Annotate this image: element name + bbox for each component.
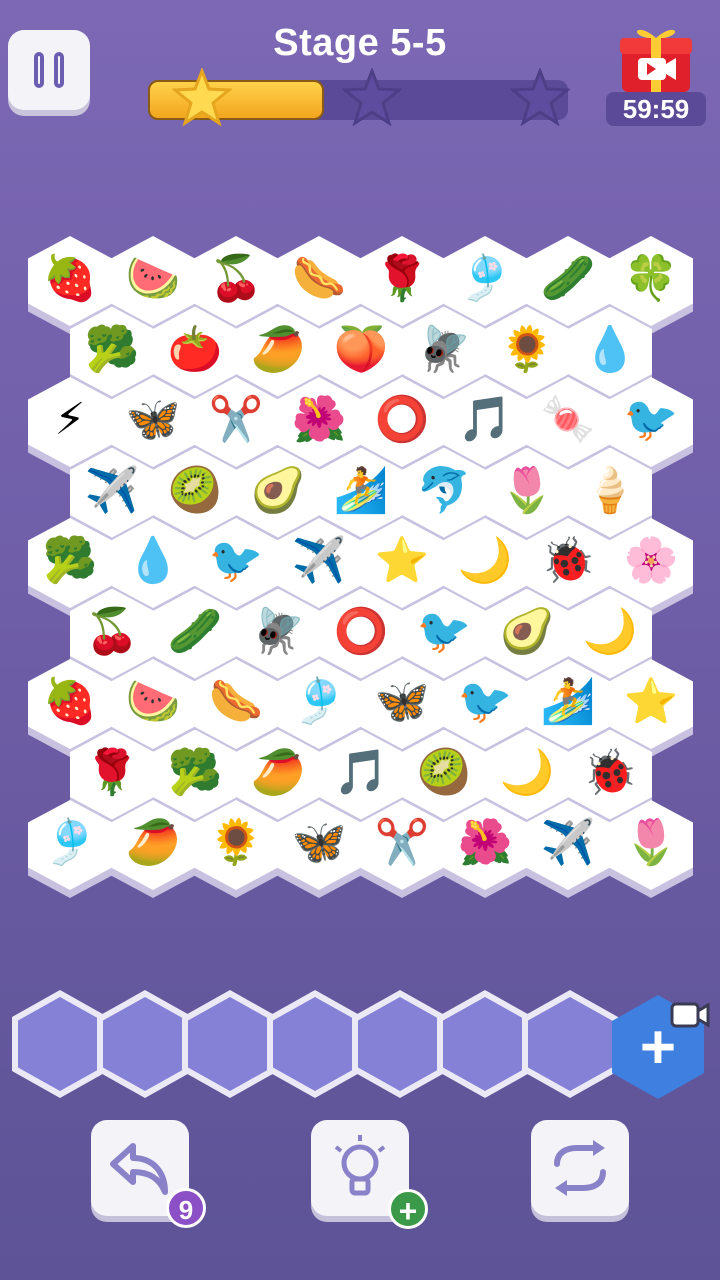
undo-count-badge: 9 [166, 1188, 206, 1228]
tile-icon: 🥭 [250, 746, 306, 798]
tray-slot [12, 990, 108, 1098]
tile-icon: ✈️ [291, 535, 347, 586]
tile-icon: 🍦 [582, 464, 638, 516]
tile-icon: ⚡ [54, 394, 86, 445]
tile-icon: 🎐 [42, 817, 98, 868]
hint-add-badge[interactable]: + [388, 1189, 428, 1229]
shuffle-icon [554, 1140, 606, 1196]
tile-icon: ⭕ [333, 605, 389, 657]
tile-icon: 🐬 [416, 464, 472, 516]
tile-icon: 🌹 [374, 253, 430, 304]
tile-icon: 🍒 [84, 605, 140, 657]
tile-icon: 🌙 [457, 535, 513, 586]
tile-icon: 🥑 [499, 605, 555, 657]
tile-icon: ⭕ [374, 394, 430, 445]
tile-icon: 🎐 [457, 253, 513, 304]
tile-icon: 🎵 [333, 746, 389, 798]
tile-icon: ✈️ [540, 817, 596, 868]
tile-icon: 🌸 [623, 535, 679, 586]
tray-slot [267, 990, 363, 1098]
tile-icon: 🍀 [623, 253, 679, 304]
tile-icon: ✈️ [84, 464, 140, 516]
lightbulb-icon [334, 1135, 386, 1196]
shuffle-button[interactable] [531, 1120, 629, 1216]
tray-slot [522, 990, 618, 1098]
tile-icon: 💧 [125, 535, 181, 586]
tile-icon: 🐦 [457, 676, 513, 727]
tile-icon: ✂️ [208, 394, 264, 445]
undo-arrow-icon [110, 1143, 168, 1195]
tile-icon: 🐦 [623, 394, 679, 445]
tile-icon: 🍬 [540, 394, 596, 445]
video-ad-icon [670, 1002, 710, 1028]
tile-icon: 🍓 [42, 253, 98, 304]
tile-icon: 🎐 [291, 676, 347, 727]
tile-icon: 🦋 [125, 394, 181, 445]
board-tile[interactable]: 🌷 [609, 800, 693, 898]
tile-icon: 🥦 [84, 323, 140, 375]
tile-icon: 🐞 [540, 535, 596, 586]
tile-icon: 🥒 [540, 253, 596, 304]
tile-icon: 🥒 [167, 605, 223, 657]
board-tile[interactable]: ✈️ [526, 800, 610, 898]
tile-icon: 🌙 [582, 605, 638, 657]
tray-slot [182, 990, 278, 1098]
tile-icon: 🌭 [208, 676, 264, 727]
tile-icon: 🥑 [250, 464, 306, 516]
tile-icon: 🐦 [416, 605, 472, 657]
board-tile[interactable]: 🌻 [194, 800, 278, 898]
tile-icon: ⭐ [623, 676, 679, 727]
board-tile[interactable]: 🦋 [277, 800, 361, 898]
board-tile[interactable]: 🌺 [443, 800, 527, 898]
tile-icon: 🪰 [250, 605, 306, 657]
tray-slot [352, 990, 448, 1098]
tile-icon: 🌻 [208, 817, 264, 868]
tile-icon: 🌷 [623, 817, 679, 868]
tray-slot [97, 990, 193, 1098]
tile-icon: 🥭 [250, 323, 306, 375]
tile-icon: 🥝 [416, 746, 472, 798]
tile-icon: 🌹 [84, 746, 140, 798]
tile-icon: 🍑 [333, 323, 389, 375]
board-tile[interactable]: ✂️ [360, 800, 444, 898]
tile-icon: 🦋 [291, 817, 347, 868]
tile-icon: ✂️ [374, 817, 430, 868]
tile-icon: 🐞 [582, 746, 638, 798]
tile-icon: 🦋 [374, 676, 430, 727]
tile-icon: 🥭 [125, 817, 181, 868]
board-tile[interactable]: 🎐 [28, 800, 112, 898]
tile-icon: 🌻 [499, 323, 555, 375]
tile-icon: 💧 [582, 323, 638, 375]
tile-icon: 🐦 [208, 535, 264, 586]
tile-icon: 🏄 [333, 464, 389, 516]
tile-icon: 🥦 [167, 746, 223, 798]
tile-icon: 🌺 [457, 817, 513, 868]
tile-icon: 🍉 [125, 253, 181, 304]
tile-icon: 🍓 [42, 676, 98, 727]
tile-icon: 🥦 [42, 535, 98, 586]
tile-icon: 🍅 [167, 323, 223, 375]
tile-icon: 🌭 [291, 253, 347, 304]
tile-icon: 🏄 [540, 676, 596, 727]
tile-icon: 🍒 [208, 253, 264, 304]
board-tile[interactable]: 🥭 [111, 800, 195, 898]
tile-icon: ⭐ [374, 535, 430, 586]
tile-icon: 🥝 [167, 464, 223, 516]
slot-tray [12, 990, 712, 1100]
tile-icon: 🎵 [457, 394, 513, 445]
tile-icon: 🪰 [416, 323, 472, 375]
tile-icon: 🌙 [499, 746, 555, 798]
tile-icon: 🌺 [291, 394, 347, 445]
tile-icon: 🍉 [125, 676, 181, 727]
tile-icon: 🌷 [499, 464, 555, 516]
tray-slot [437, 990, 533, 1098]
